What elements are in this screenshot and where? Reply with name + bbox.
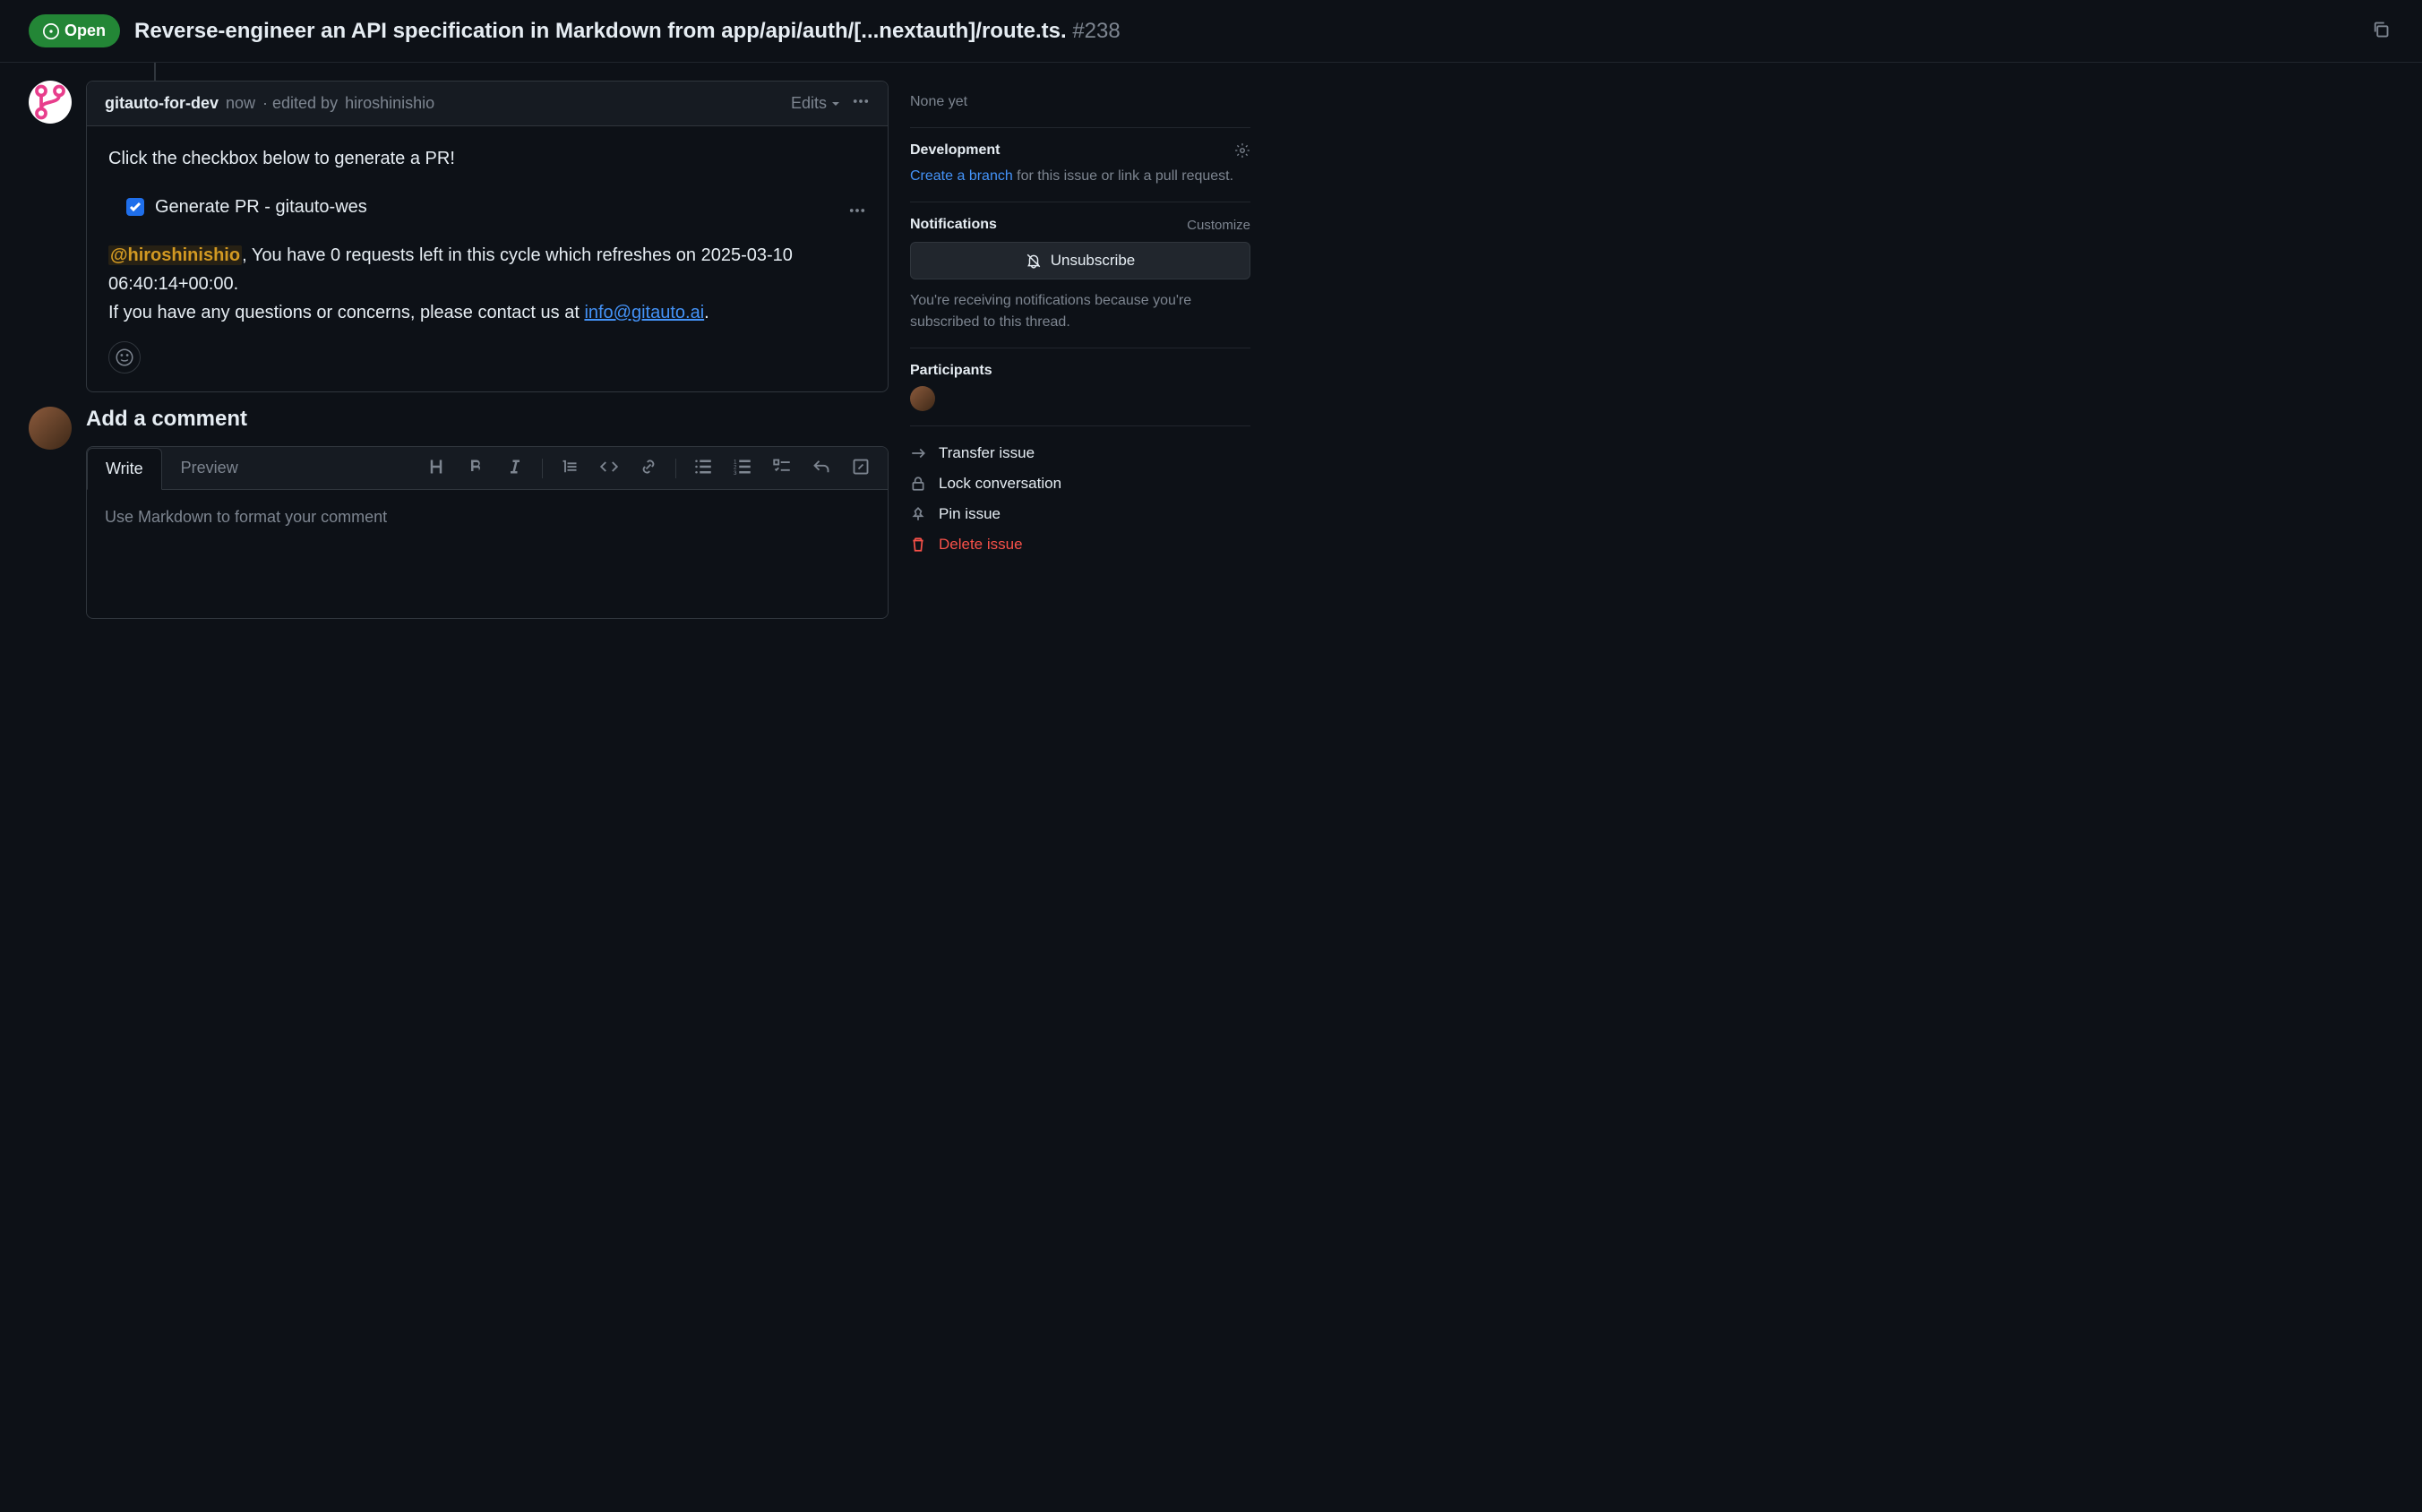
- smiley-icon: [116, 348, 133, 366]
- task-checkbox-row[interactable]: Generate PR - gitauto-wes: [108, 187, 367, 227]
- comment: gitauto-for-dev now · edited by hiroshin…: [29, 81, 889, 392]
- issue-number: #238: [1072, 19, 1120, 43]
- current-user-avatar[interactable]: [29, 407, 72, 450]
- heading-button[interactable]: [424, 454, 449, 482]
- git-branch-icon: [32, 84, 68, 120]
- lock-icon: [910, 476, 926, 492]
- comment-body: Click the checkbox below to generate a P…: [87, 126, 888, 391]
- link-icon: [640, 458, 657, 476]
- check-icon: [129, 201, 142, 213]
- lock-conversation-action[interactable]: Lock conversation: [910, 475, 1250, 493]
- toolbar-separator: [542, 459, 543, 478]
- code-icon: [600, 458, 618, 476]
- unsubscribe-button[interactable]: Unsubscribe: [910, 242, 1250, 279]
- comment-textarea[interactable]: [87, 490, 888, 615]
- chevron-down-icon: [830, 99, 841, 109]
- sidebar: None yet Development Create a branch for…: [910, 63, 1250, 633]
- heading-icon: [427, 458, 445, 476]
- sidebar-section-assignees: None yet: [910, 77, 1250, 128]
- edited-prefix: · edited by: [262, 94, 338, 113]
- task-checkbox-checked[interactable]: [126, 198, 144, 216]
- issue-header: Open Reverse-engineer an API specificati…: [0, 0, 2422, 63]
- development-heading: Development: [910, 142, 1250, 159]
- italic-icon: [506, 458, 524, 476]
- pin-issue-action[interactable]: Pin issue: [910, 505, 1250, 523]
- bold-icon: [467, 458, 485, 476]
- bot-avatar[interactable]: [29, 81, 72, 124]
- quote-icon: [561, 458, 579, 476]
- gear-icon[interactable]: [1234, 142, 1250, 159]
- task-actions-menu[interactable]: [848, 200, 866, 228]
- participants-heading: Participants: [910, 363, 1250, 379]
- bell-slash-icon: [1026, 253, 1042, 269]
- kebab-icon: [848, 202, 866, 219]
- comment-editor: Write Preview 123: [86, 446, 889, 619]
- comment-author[interactable]: gitauto-for-dev: [105, 94, 219, 113]
- comment-intro: Click the checkbox below to generate a P…: [108, 144, 866, 173]
- copy-link-button[interactable]: [2368, 17, 2393, 45]
- main-content: gitauto-for-dev now · edited by hiroshin…: [29, 63, 889, 633]
- ordered-list-button[interactable]: 123: [730, 454, 755, 482]
- list-unordered-icon: [694, 458, 712, 476]
- transfer-issue-action[interactable]: Transfer issue: [910, 444, 1250, 462]
- add-reaction-button[interactable]: [108, 341, 141, 374]
- copy-icon: [2372, 21, 2390, 39]
- comment-header: gitauto-for-dev now · edited by hiroshin…: [87, 82, 888, 126]
- editor-toolbar: 123: [409, 454, 888, 482]
- development-text: Create a branch for this issue or link a…: [910, 166, 1250, 187]
- tasklist-icon: [773, 458, 791, 476]
- sidebar-section-development: Development Create a branch for this iss…: [910, 128, 1250, 202]
- reply-button[interactable]: [809, 454, 834, 482]
- issue-open-icon: [43, 23, 59, 39]
- comment-message: @hiroshinishio, You have 0 requests left…: [108, 241, 866, 327]
- link-button[interactable]: [636, 454, 661, 482]
- notification-reason: You're receiving notifications because y…: [910, 290, 1250, 333]
- list-ordered-icon: 123: [734, 458, 752, 476]
- fullscreen-icon: [852, 458, 870, 476]
- unordered-list-button[interactable]: [691, 454, 716, 482]
- customize-link[interactable]: Customize: [1187, 218, 1250, 233]
- sidebar-section-actions: Transfer issue Lock conversation Pin iss…: [910, 426, 1250, 568]
- edited-by[interactable]: hiroshinishio: [345, 94, 434, 113]
- add-comment-section: Add a comment Write Preview: [29, 407, 889, 619]
- sidebar-section-participants: Participants: [910, 348, 1250, 426]
- participant-avatar[interactable]: [910, 386, 935, 411]
- sidebar-section-notifications: Notifications Customize Unsubscribe You'…: [910, 202, 1250, 348]
- tab-preview[interactable]: Preview: [162, 447, 257, 489]
- code-button[interactable]: [597, 454, 622, 482]
- pin-icon: [910, 506, 926, 522]
- comment-box: gitauto-for-dev now · edited by hiroshin…: [86, 81, 889, 392]
- tab-write[interactable]: Write: [87, 448, 162, 490]
- user-mention[interactable]: @hiroshinishio: [108, 245, 242, 265]
- none-yet-text: None yet: [910, 91, 1250, 113]
- issue-title: Reverse-engineer an API specification in…: [134, 19, 2354, 44]
- editor-tabs: Write Preview 123: [87, 447, 888, 490]
- comment-actions-menu[interactable]: [852, 92, 870, 115]
- arrow-right-icon: [910, 445, 926, 461]
- task-label: Generate PR - gitauto-wes: [155, 193, 367, 221]
- state-badge: Open: [29, 14, 120, 47]
- state-label: Open: [64, 21, 106, 40]
- bold-button[interactable]: [463, 454, 488, 482]
- italic-button[interactable]: [502, 454, 528, 482]
- reply-icon: [812, 458, 830, 476]
- timeline-connector: [154, 63, 889, 81]
- edits-dropdown[interactable]: Edits: [791, 94, 841, 113]
- add-comment-title: Add a comment: [86, 407, 889, 432]
- delete-issue-action[interactable]: Delete issue: [910, 536, 1250, 554]
- contact-email-link[interactable]: info@gitauto.ai: [584, 303, 704, 322]
- svg-text:3: 3: [734, 470, 737, 476]
- trash-icon: [910, 537, 926, 553]
- notifications-heading: Notifications: [910, 217, 997, 233]
- task-list-button[interactable]: [769, 454, 794, 482]
- quote-button[interactable]: [557, 454, 582, 482]
- kebab-icon: [852, 92, 870, 110]
- comment-time: now: [226, 94, 255, 113]
- create-branch-link[interactable]: Create a branch: [910, 168, 1013, 184]
- toolbar-separator: [675, 459, 676, 478]
- fullscreen-button[interactable]: [848, 454, 873, 482]
